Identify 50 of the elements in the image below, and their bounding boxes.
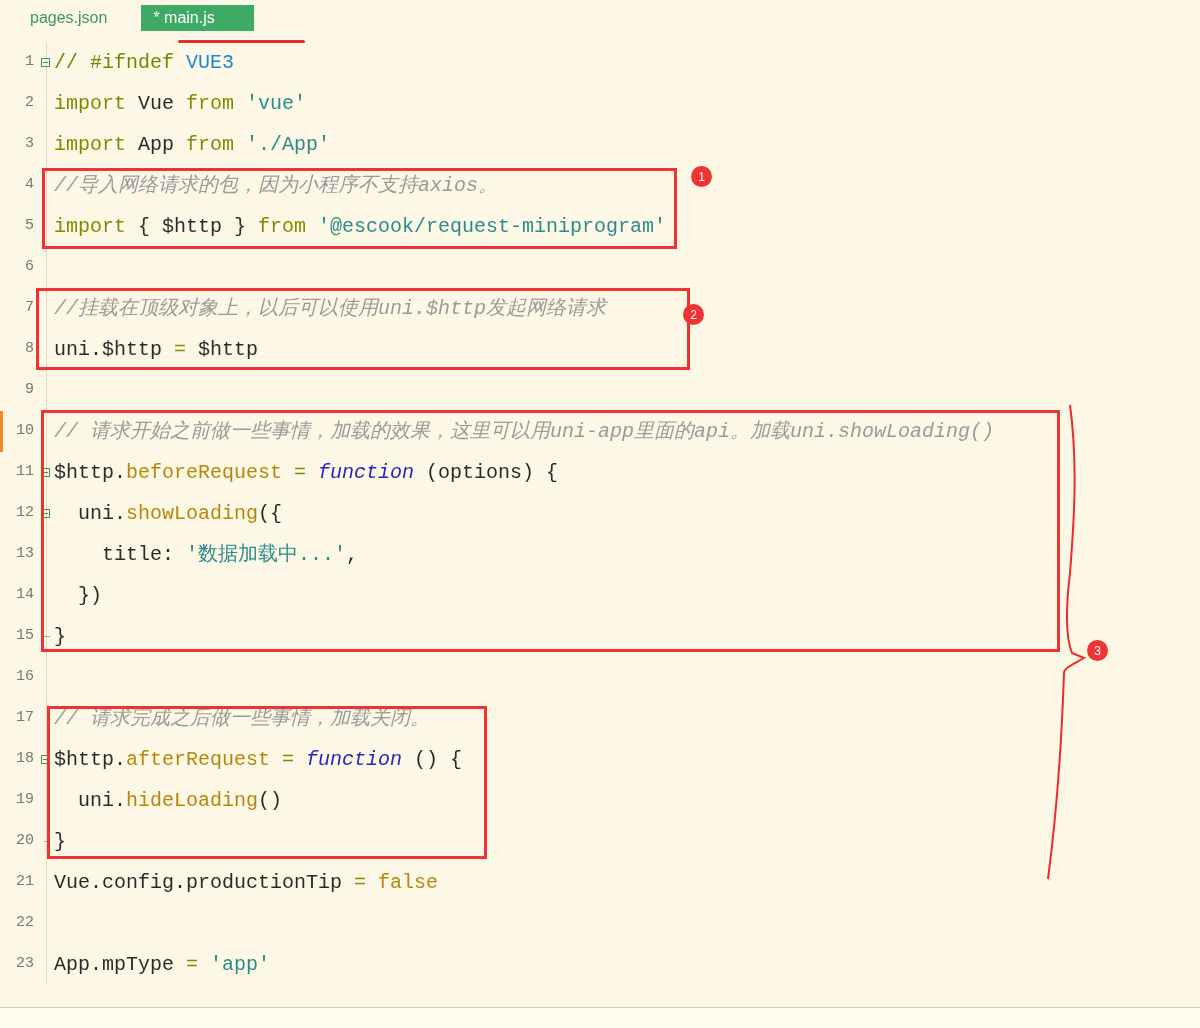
code-line: uni.showLoading({ [77,500,283,527]
annotation-badge: 1 [691,166,712,187]
code-line: } [54,623,66,650]
line-number: 3 [25,134,34,155]
line-number: 19 [16,790,34,811]
fold-icon[interactable] [41,509,50,518]
line-number: 18 [16,749,34,770]
annotation-badge: 3 [1087,640,1108,661]
line-number: 23 [16,954,34,975]
line-number: 11 [16,462,34,483]
code-line: //导入网络请求的包，因为小程序不支持axios。 [54,172,498,199]
line-number: 22 [16,913,34,934]
code-line: Vue.config.productionTip = false [54,869,439,896]
line-number: 6 [25,257,34,278]
line-number: 10 [16,421,34,442]
line-number: 7 [25,298,34,319]
annotation-badge: 2 [683,304,704,325]
line-number: 16 [16,667,34,688]
line-number: 8 [25,339,34,360]
code-line: uni.hideLoading() [77,787,283,814]
line-number: 21 [16,872,34,893]
code-line: // #ifndef VUE3 [54,49,235,76]
line-number: 9 [25,380,34,401]
line-number: 2 [25,93,34,114]
file-tab[interactable]: pages.json [18,5,120,31]
line-number: 1 [25,52,34,73]
line-number: 15 [16,626,34,647]
code-line: App.mpType = 'app' [54,951,271,978]
fold-icon[interactable] [41,58,50,67]
file-tab[interactable]: * main.js [141,5,255,31]
code-line: import { $http } from '@escook/request-miniprogram' [54,213,667,240]
line-number: 12 [16,503,34,524]
fold-icon[interactable] [41,755,50,764]
code-line: } [54,828,66,855]
code-line: // 请求开始之前做一些事情，加载的效果，这里可以用uni-app里面的api。加载uni.showLoading() [54,418,995,445]
code-line: import Vue from 'vue' [54,90,307,117]
code-line: $http.beforeRequest = function (options) { [54,459,559,486]
fold-icon[interactable] [41,468,50,477]
line-number: 14 [16,585,34,606]
code-line: //挂载在顶级对象上，以后可以使用uni.$http发起网络请求 [54,295,607,322]
code-line: }) [77,582,102,609]
code-line: title: '数据加载中...', [101,541,359,568]
line-number: 13 [16,544,34,565]
line-number: 4 [25,175,34,196]
code-line: uni.$http = $http [54,336,259,363]
line-number: 5 [25,216,34,237]
code-line: import App from './App' [54,131,331,158]
code-line: $http.afterRequest = function () { [54,746,463,773]
line-number: 20 [16,831,34,852]
line-number: 17 [16,708,34,729]
